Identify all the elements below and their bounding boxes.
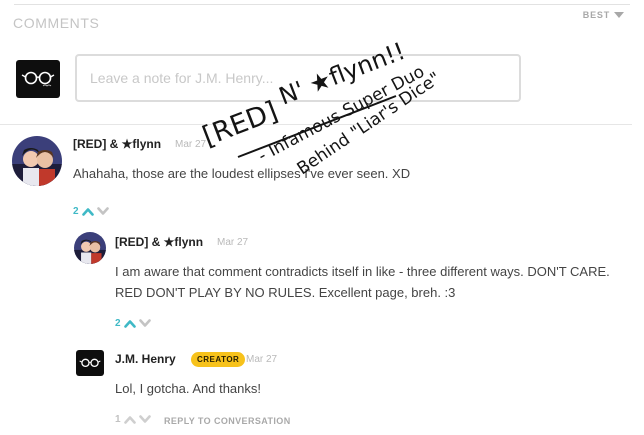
handwritten-overlay: [RED] N' ★flynn!! - Infamous Super Duo B… <box>198 37 444 179</box>
